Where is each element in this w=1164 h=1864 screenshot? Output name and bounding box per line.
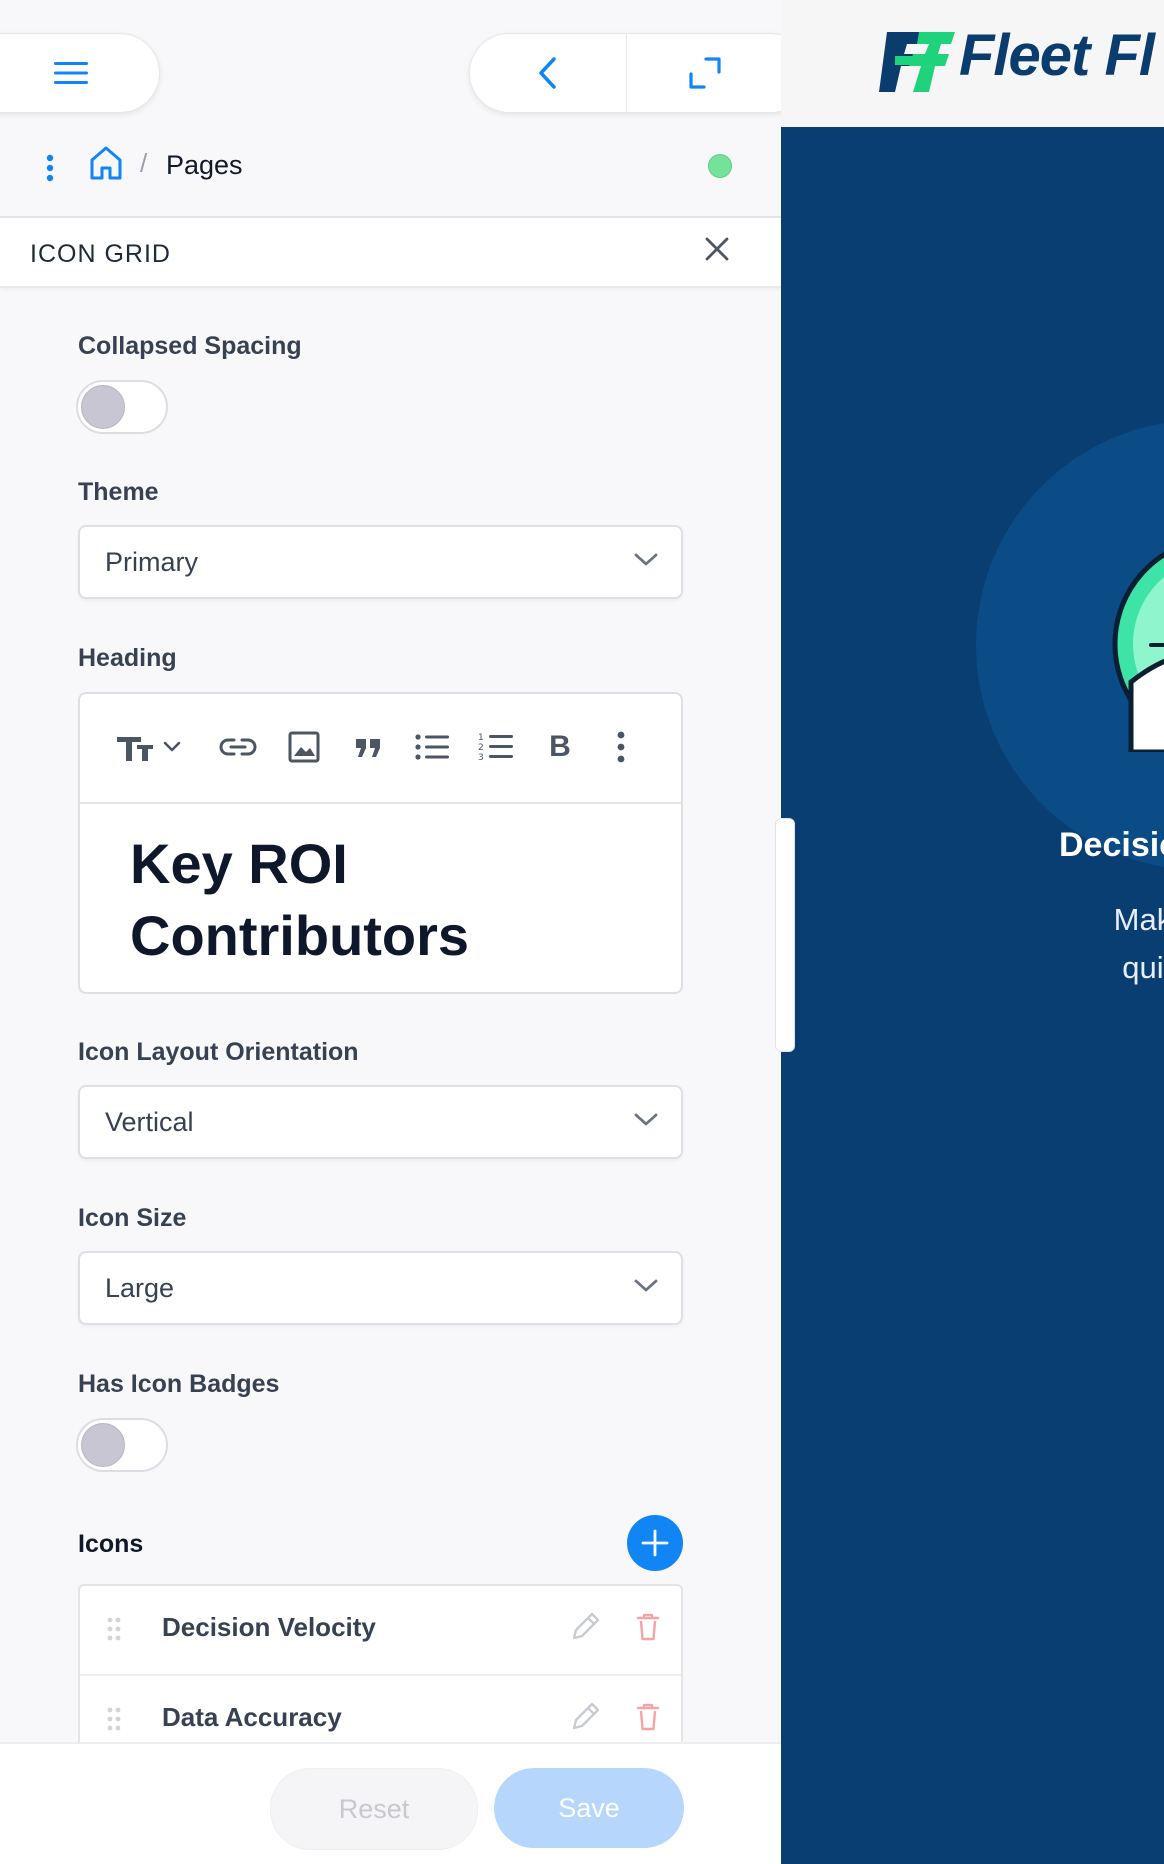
- image-button[interactable]: [284, 724, 324, 770]
- reset-button[interactable]: Reset: [270, 1768, 478, 1850]
- list-item-label: Data Accuracy: [162, 1702, 342, 1732]
- more-vertical-icon: [46, 154, 54, 182]
- preview-desc-line-2: quickly with r: [1122, 950, 1164, 985]
- editor-topbar: [0, 0, 781, 130]
- quote-button[interactable]: [348, 724, 388, 770]
- svg-text:1: 1: [478, 733, 484, 743]
- has-icon-badges-label: Has Icon Badges: [78, 1370, 280, 1398]
- icon-size-label: Icon Size: [78, 1204, 187, 1232]
- breadcrumb-current[interactable]: Pages: [166, 150, 243, 181]
- icon-layout-orientation-value: Vertical: [105, 1107, 194, 1137]
- status-indicator: [708, 154, 732, 178]
- icon-size-value: Large: [105, 1273, 175, 1303]
- preview-card-description: Make an impo quickly with r: [951, 896, 1164, 992]
- theme-value: Primary: [105, 547, 198, 577]
- close-icon: [705, 237, 729, 261]
- text-size-button[interactable]: [114, 724, 188, 770]
- icon-layout-orientation-label: Icon Layout Orientation: [78, 1038, 359, 1066]
- has-icon-badges-toggle[interactable]: [76, 1418, 168, 1472]
- editor-footer: Reset Save: [0, 1742, 781, 1864]
- chevron-down-icon: [634, 1279, 658, 1292]
- home-link[interactable]: [88, 144, 124, 186]
- preview-card-title: Decisio: [1059, 826, 1164, 864]
- icon-layout-orientation-select[interactable]: Vertical: [78, 1085, 683, 1159]
- heading-editor: 1 2 3 B Key ROI Contributors: [78, 692, 683, 994]
- section-header: ICON GRID: [0, 218, 781, 288]
- heading-line-2: Contributors: [130, 904, 470, 967]
- save-button[interactable]: Save: [494, 1768, 684, 1848]
- bold-icon: B: [549, 730, 571, 763]
- panel-resize-handle[interactable]: [775, 818, 795, 1052]
- svg-text:3: 3: [478, 753, 484, 763]
- hamburger-icon: [54, 62, 88, 84]
- bold-button[interactable]: B: [540, 724, 580, 770]
- breadcrumb-separator: /: [140, 148, 148, 178]
- pencil-icon[interactable]: [568, 1610, 602, 1644]
- breadcrumb: / Pages: [0, 130, 781, 218]
- more-tools-button[interactable]: [606, 724, 636, 770]
- hamburger-menu-button[interactable]: [1, 34, 141, 112]
- preview-header: Fleet Fl: [781, 0, 1164, 127]
- quote-icon: [356, 739, 380, 757]
- drag-handle-icon[interactable]: [106, 1706, 122, 1732]
- editor-toolbar: 1 2 3 B: [80, 694, 681, 804]
- brand-logo-icon: [879, 32, 955, 92]
- heading-label: Heading: [78, 644, 177, 672]
- chevron-down-icon: [634, 553, 658, 566]
- theme-select[interactable]: Primary: [78, 525, 683, 599]
- list-item[interactable]: Decision Velocity: [80, 1586, 681, 1676]
- expand-icon: [689, 57, 721, 89]
- collapsed-spacing-toggle[interactable]: [76, 380, 168, 434]
- editor-panel: / Pages ICON GRID Collapsed Spacing Them…: [0, 0, 782, 1864]
- plus-icon: [641, 1529, 669, 1557]
- more-vertical-icon: [617, 731, 625, 763]
- link-icon: [219, 738, 257, 756]
- heading-line-1: Key ROI: [130, 832, 348, 895]
- home-icon: [90, 146, 122, 180]
- toggle-knob: [81, 385, 125, 429]
- menu-pill: [0, 33, 160, 113]
- close-button[interactable]: [700, 232, 734, 266]
- chevron-left-icon: [539, 57, 556, 89]
- add-icon-button[interactable]: [627, 1515, 683, 1571]
- stopwatch-face-icon: [1112, 551, 1164, 752]
- brand-logo-text: Fleet Fl: [959, 23, 1155, 88]
- svg-text:2: 2: [478, 743, 484, 753]
- back-button[interactable]: [470, 34, 626, 112]
- chevron-down-icon: [634, 1113, 658, 1126]
- icons-label: Icons: [78, 1530, 144, 1558]
- drag-handle-icon[interactable]: [106, 1616, 122, 1642]
- trash-icon[interactable]: [636, 1612, 660, 1642]
- bullet-list-button[interactable]: [410, 724, 454, 770]
- page-preview: Fleet Fl Decisio Make an impo quickly wi…: [781, 0, 1164, 1864]
- expand-button[interactable]: [627, 34, 781, 112]
- pencil-icon[interactable]: [568, 1700, 602, 1734]
- trash-icon[interactable]: [636, 1702, 660, 1732]
- kebab-menu-button[interactable]: [40, 148, 60, 188]
- theme-label: Theme: [78, 478, 159, 506]
- section-title: ICON GRID: [30, 240, 171, 268]
- icons-list: Decision Velocity Data Accuracy: [78, 1584, 683, 1760]
- link-button[interactable]: [218, 724, 258, 770]
- collapsed-spacing-label: Collapsed Spacing: [78, 332, 302, 360]
- text-size-icon: [117, 737, 181, 761]
- heading-editor-content[interactable]: Key ROI Contributors: [130, 828, 650, 972]
- list-item-label: Decision Velocity: [162, 1612, 376, 1642]
- numbered-list-button[interactable]: 1 2 3: [474, 724, 518, 770]
- numbered-list-icon: 1 2 3: [478, 733, 513, 763]
- image-icon: [288, 731, 320, 763]
- bullet-list-icon: [415, 734, 449, 760]
- nav-pill: [469, 33, 781, 113]
- toggle-knob: [81, 1423, 125, 1467]
- preview-desc-line-1: Make an impo: [1113, 902, 1164, 937]
- icon-size-select[interactable]: Large: [78, 1251, 683, 1325]
